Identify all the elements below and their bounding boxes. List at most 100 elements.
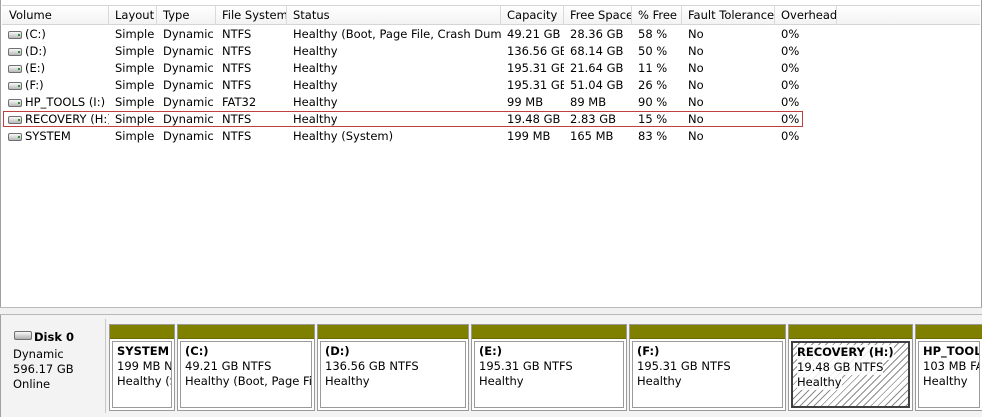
- cell-capacity: 195.31 GB: [507, 61, 564, 75]
- partition-name: (E:): [479, 344, 502, 358]
- cell-layout: Simple: [115, 95, 155, 109]
- column-header-fs[interactable]: File System: [216, 6, 287, 25]
- cell-free: 51.04 GB: [570, 78, 624, 92]
- partition-block[interactable]: (E:) 195.31 GB NTFS Healthy: [471, 324, 627, 411]
- cell-status: Healthy: [293, 112, 338, 126]
- drive-icon: [8, 82, 22, 90]
- partition-status: Healthy: [923, 374, 968, 388]
- volume-row[interactable]: HP_TOOLS (I:) Simple Dynamic FAT32 Healthy 99…: [2, 94, 980, 111]
- cell-layout: Simple: [115, 61, 155, 75]
- volume-list[interactable]: Volume Layout Type File System Status Capacit…: [0, 0, 982, 307]
- cell-type: Dynamic: [163, 95, 214, 109]
- drive-icon: [8, 48, 22, 56]
- cell-status: Healthy: [293, 95, 338, 109]
- partition-type-bar: [178, 325, 314, 339]
- partition-type-bar: [630, 325, 785, 339]
- cell-volume: SYSTEM: [3, 128, 109, 145]
- cell-capacity: 99 MB: [507, 95, 544, 109]
- cell-free: 28.36 GB: [570, 27, 624, 41]
- cell-overhead: 0%: [781, 95, 800, 109]
- volume-row[interactable]: (E:) Simple Dynamic NTFS Healthy 195.31 GB 21.…: [2, 60, 980, 77]
- partition-name: RECOVERY (H:): [797, 345, 894, 360]
- partition-name: SYSTEM: [117, 344, 170, 358]
- partition-type-bar: [110, 325, 174, 339]
- cell-type: Dynamic: [163, 112, 214, 126]
- column-header-volume[interactable]: Volume: [3, 6, 109, 25]
- cell-volume: (E:): [3, 60, 109, 77]
- partition-block[interactable]: (D:) 136.56 GB NTFS Healthy: [317, 324, 469, 411]
- partition-block[interactable]: RECOVERY (H:) 19.48 GB NTFS Healthy: [788, 324, 913, 411]
- disk-info-panel[interactable]: Disk 0 Dynamic 596.17 GB Online: [5, 319, 106, 413]
- cell-fs: NTFS: [222, 129, 252, 143]
- cell-pfree: 83 %: [638, 129, 668, 143]
- volume-row[interactable]: (F:) Simple Dynamic NTFS Healthy 195.31 GB 51.…: [2, 77, 980, 94]
- column-header-capacity[interactable]: Capacity: [501, 6, 564, 25]
- drive-icon: [8, 116, 22, 124]
- cell-free: 21.64 GB: [570, 61, 624, 75]
- partition-body: (C:)49.21 GB NTFSHealthy (Boot, Page Fil…: [180, 341, 312, 408]
- cell-status: Healthy: [293, 44, 338, 58]
- partition-body: HP_TOOLS103 MB FAT32Healthy: [918, 341, 980, 408]
- column-header-overhead[interactable]: Overhead: [775, 6, 837, 25]
- cell-free: 165 MB: [570, 129, 614, 143]
- cell-status: Healthy: [293, 78, 338, 92]
- volume-name: (D:): [25, 44, 47, 58]
- partition-block[interactable]: (F:) 195.31 GB NTFS Healthy: [629, 324, 786, 411]
- cell-layout: Simple: [115, 27, 155, 41]
- partition-size: 195.31 GB NTFS: [637, 359, 731, 373]
- cell-layout: Simple: [115, 112, 155, 126]
- cell-volume: (D:): [3, 43, 109, 60]
- partition-name: (D:): [325, 344, 350, 358]
- volume-row[interactable]: (D:) Simple Dynamic NTFS Healthy 136.56 GB 68.…: [2, 43, 980, 60]
- partition-body: RECOVERY (H:) 19.48 GB NTFS Healthy: [791, 341, 910, 408]
- drive-icon: [8, 133, 22, 141]
- column-header-layout[interactable]: Layout: [109, 6, 157, 25]
- disk-name: Disk 0: [34, 330, 74, 344]
- cell-type: Dynamic: [163, 61, 214, 75]
- partition-status: Healthy (Boot, Page File, Crash Dump): [185, 374, 312, 388]
- cell-volume: HP_TOOLS (I:): [3, 94, 109, 111]
- cell-layout: Simple: [115, 78, 155, 92]
- cell-capacity: 19.48 GB: [507, 112, 561, 126]
- volume-name: (E:): [25, 61, 46, 75]
- cell-fs: FAT32: [222, 95, 257, 109]
- cell-free: 68.14 GB: [570, 44, 624, 58]
- column-header-fault[interactable]: Fault Tolerance: [682, 6, 775, 25]
- partition-name: (F:): [637, 344, 660, 358]
- column-header-type[interactable]: Type: [157, 6, 216, 25]
- cell-volume: (F:): [3, 77, 109, 94]
- cell-fault: No: [688, 44, 704, 58]
- cell-capacity: 136.56 GB: [507, 44, 564, 58]
- volume-row[interactable]: RECOVERY (H:) Simple Dynamic NTFS Healthy 19.…: [2, 111, 980, 128]
- cell-overhead: 0%: [781, 112, 800, 126]
- cell-pfree: 15 %: [638, 112, 668, 126]
- column-header-pfree[interactable]: % Free: [632, 6, 682, 25]
- cell-status: Healthy: [293, 61, 338, 75]
- cell-type: Dynamic: [163, 27, 214, 41]
- volume-row[interactable]: (C:) Simple Dynamic NTFS Healthy (Boot, Page…: [2, 26, 980, 43]
- cell-type: Dynamic: [163, 129, 214, 143]
- cell-fault: No: [688, 78, 704, 92]
- cell-overhead: 0%: [781, 129, 800, 143]
- cell-capacity: 49.21 GB: [507, 27, 561, 41]
- partition-block[interactable]: SYSTEM199 MB NTFSHealthy (System): [109, 324, 175, 411]
- cell-pfree: 58 %: [638, 27, 668, 41]
- cell-type: Dynamic: [163, 44, 214, 58]
- partition-block[interactable]: (C:)49.21 GB NTFSHealthy (Boot, Page Fil…: [177, 324, 315, 411]
- cell-layout: Simple: [115, 44, 155, 58]
- pane-splitter[interactable]: [0, 307, 982, 315]
- column-header-status[interactable]: Status: [287, 6, 501, 25]
- cell-fs: NTFS: [222, 112, 252, 126]
- disk-state: Online: [13, 377, 51, 391]
- cell-fs: NTFS: [222, 78, 252, 92]
- column-header-free[interactable]: Free Space: [564, 6, 632, 25]
- volume-row[interactable]: SYSTEM Simple Dynamic NTFS Healthy (System) 1…: [2, 128, 980, 145]
- partition-body: SYSTEM199 MB NTFSHealthy (System): [112, 341, 172, 408]
- column-header-row: Volume Layout Type File System Status Capacit…: [2, 6, 980, 25]
- partition-size: 19.48 GB NTFS: [797, 360, 884, 375]
- cell-fault: No: [688, 27, 704, 41]
- partition-name: HP_TOOLS: [923, 344, 979, 358]
- cell-free: 2.83 GB: [570, 112, 617, 126]
- cell-pfree: 90 %: [638, 95, 668, 109]
- partition-block[interactable]: HP_TOOLS103 MB FAT32Healthy: [915, 324, 982, 411]
